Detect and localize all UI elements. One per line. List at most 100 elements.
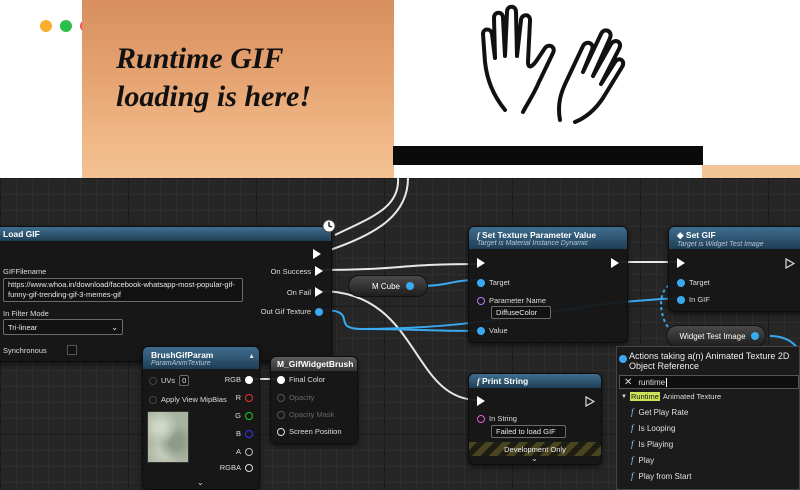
chevron-down-icon: ⌄ [111,322,118,332]
gif-preview [395,0,702,146]
final-color-pin[interactable] [277,375,285,384]
filter-mode-select[interactable]: Tri-linear ⌄ [3,319,123,335]
in-string-label: In String [489,414,517,423]
opacity-pin [277,393,285,402]
r-pin[interactable] [245,393,253,402]
uvs-pin[interactable] [149,376,157,385]
set-gif-target-label: Target [689,278,710,287]
on-fail-exec-icon[interactable] [315,287,323,297]
gif-filename-label: GIFFilename [3,267,47,276]
menu-item-play[interactable]: f Play [631,455,654,465]
apply-mip-row[interactable]: Apply View MipBias [149,395,227,404]
in-filter-mode-row: In Filter Mode [3,309,49,318]
set-texture-exec-out[interactable] [611,258,619,268]
out-gif-texture-pin[interactable] [315,307,323,316]
set-texture-target-row[interactable]: Target [477,278,510,287]
exec-out-hollow-icon[interactable] [785,258,795,269]
development-only-label: Development Only [504,444,566,454]
collapse-triangle-icon[interactable]: ▼ [621,394,627,400]
final-color-row[interactable]: Final Color [277,375,325,384]
function-icon: ◆ [677,230,686,240]
preview-area: Runtime GIF loading is here! [0,0,800,178]
widget-test-image-pin[interactable] [750,332,759,340]
print-string-exec-in[interactable] [477,396,485,406]
in-gif-row[interactable]: In GIF [677,295,710,304]
set-texture-title-text: Set Texture Parameter Value [481,230,597,240]
menu-item-label: Is Playing [638,439,674,449]
name-pin[interactable] [477,296,485,305]
action-category[interactable]: ▼ Runtime Animated Texture [621,392,721,401]
gif-filename-input[interactable]: https://www.whoa.in/download/facebook-wh… [3,278,243,302]
expand-chevron-icon[interactable]: ⌄ [531,454,538,463]
value-pin-row[interactable]: Value [477,326,508,335]
load-gif-node[interactable]: Load GIF On Success On Fail GIFFilename … [0,219,336,362]
a-pin[interactable] [245,447,253,456]
set-texture-parameter-node[interactable]: f Set Texture Parameter Value Target is … [468,226,628,343]
in-string-pin[interactable] [477,414,485,423]
b-pin[interactable] [245,429,253,438]
b-row[interactable]: B [236,429,253,438]
widget-test-image-variable[interactable]: Widget Test Image [666,325,766,347]
m-cube-pin[interactable] [406,282,414,290]
menu-item-is-looping[interactable]: f Is Looping [631,423,675,433]
action-search-field[interactable]: ✕ runtime [619,375,799,389]
load-gif-exec-out[interactable] [313,249,321,259]
blueprint-graph[interactable]: Load GIF On Success On Fail GIFFilename … [0,178,800,490]
action-context-menu[interactable]: Actions taking a(n) Animated Texture 2D … [616,346,800,490]
on-fail-label: On Fail [286,287,311,297]
minimize-dot[interactable] [40,20,52,32]
r-row[interactable]: R [236,393,253,402]
in-string-input[interactable]: Failed to load GIF [491,425,566,438]
on-success-pin-row[interactable]: On Success [271,266,323,276]
brush-param-subtitle: ParamAnimTexture [151,360,211,367]
menu-item-get-play-rate[interactable]: f Get Play Rate [631,407,688,417]
on-success-exec-icon[interactable] [315,266,323,276]
rgb-pin[interactable] [245,375,253,384]
uvs-value[interactable]: 0 [179,375,190,386]
in-string-row[interactable]: In String [477,414,517,423]
brush-gif-param-node[interactable]: BrushGifParam ParamAnimTexture ▲ UVs 0 A… [142,346,260,490]
synchronous-row: Synchronous [3,345,77,355]
on-fail-pin-row[interactable]: On Fail [287,287,323,297]
set-texture-title: f Set Texture Parameter Value [477,230,619,240]
print-string-node[interactable]: f Print String In String Failed to load … [468,373,602,465]
value-pin[interactable] [477,326,485,335]
rgba-row[interactable]: RGBA [220,463,253,472]
synchronous-checkbox[interactable] [66,345,77,355]
out-gif-texture-pin-row[interactable]: Out Gif Texture [261,307,323,316]
a-row[interactable]: A [236,447,253,456]
collapse-arrow-icon[interactable]: ▲ [248,353,255,360]
set-texture-subtitle: Target is Material Instance Dynamic [477,240,589,247]
menu-item-is-playing[interactable]: f Is Playing [631,439,673,449]
set-gif-node[interactable]: ◆ Set GIF Target is Widget Test Image Ta… [668,226,800,312]
apply-mip-pin[interactable] [149,395,157,404]
g-pin[interactable] [245,411,253,420]
m-cube-variable[interactable]: M Cube [348,275,428,297]
set-gif-exec-in[interactable] [677,258,685,268]
text-caret [666,377,668,387]
menu-item-play-from-start[interactable]: f Play from Start [631,471,691,481]
clear-search-icon[interactable]: ✕ [624,377,632,388]
category-label: Animated Texture [662,392,722,401]
set-gif-target-pin[interactable] [677,278,685,287]
g-row[interactable]: G [235,411,253,420]
r-label: R [235,393,241,402]
set-gif-target-row[interactable]: Target [677,278,710,287]
screen-position-pin[interactable] [277,427,285,436]
rgb-row[interactable]: RGB [225,375,253,384]
target-pin[interactable] [477,278,485,287]
exec-out-hollow-icon[interactable] [585,396,595,407]
action-search-input[interactable]: runtime [638,378,665,387]
parameter-name-input[interactable]: DiffuseColor [491,306,551,319]
expand-chevron-icon[interactable]: ⌄ [197,478,204,487]
in-gif-pin[interactable] [677,295,685,304]
maximize-dot[interactable] [60,20,72,32]
gif-widget-brush-node[interactable]: M_GifWidgetBrush Final Color Opacity Opa… [270,356,358,444]
set-texture-exec-in[interactable] [477,258,485,268]
screen-position-row[interactable]: Screen Position [277,427,342,436]
rgba-pin[interactable] [245,463,253,472]
parameter-name-row[interactable]: Parameter Name [477,296,546,305]
function-icon: f [631,407,634,417]
menu-item-label: Get Play Rate [638,407,689,417]
uvs-row[interactable]: UVs 0 [149,375,190,386]
